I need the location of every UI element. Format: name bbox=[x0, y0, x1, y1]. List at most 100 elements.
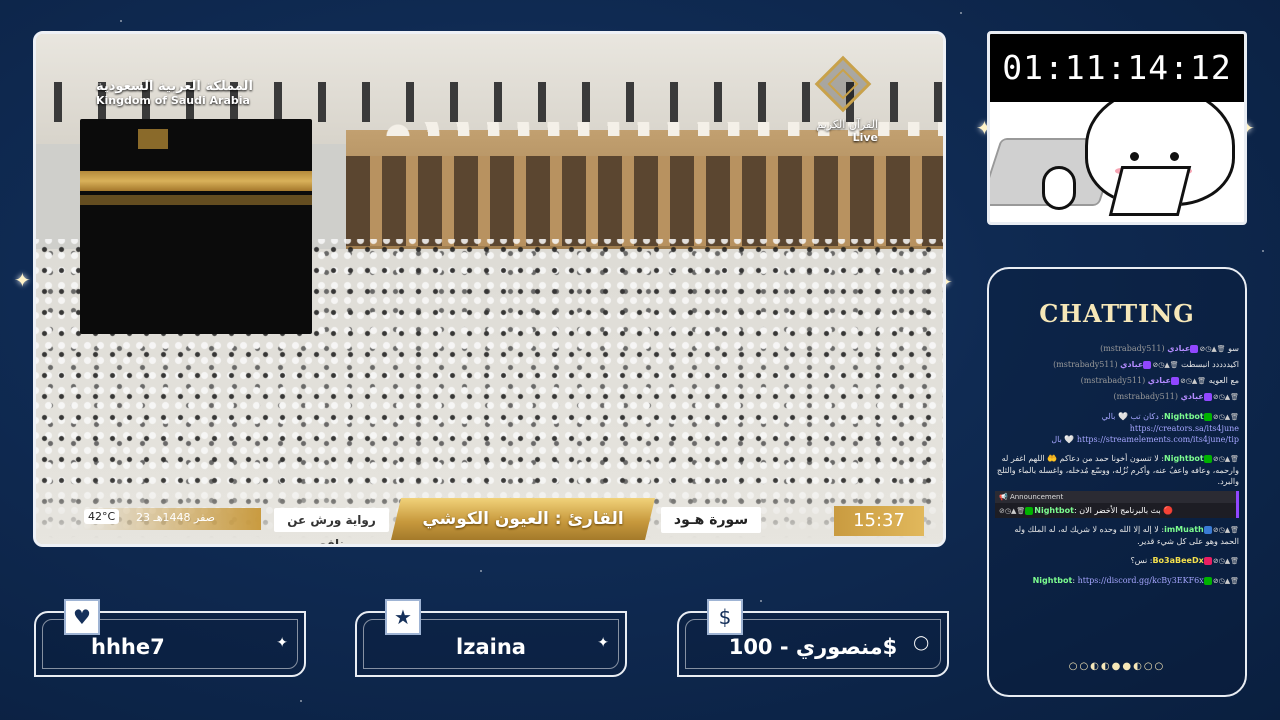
keyboard bbox=[1108, 166, 1192, 216]
mecca-live-video: المملكة العربية السعودية Kingdom of Saud… bbox=[36, 34, 943, 544]
chat-message: ⊘◷▲🗑Nightbot: دكان تب 🤍 بالي https://cre… bbox=[1051, 412, 1239, 444]
user-handle: (mstrabady511) bbox=[1100, 344, 1165, 353]
verified-badge-icon bbox=[1203, 455, 1212, 463]
star-icon: ★ bbox=[385, 599, 421, 635]
message-text: مع العويه bbox=[1208, 376, 1239, 385]
message-text: بث بالبرنامج الأخضر الان 🔴 bbox=[1079, 506, 1174, 515]
channel-name: القرآن الكريم Live bbox=[816, 118, 878, 144]
bg-star bbox=[760, 600, 762, 602]
user-handle: (mstrabady511) bbox=[1080, 376, 1146, 385]
user-handle: (mstrabady511) bbox=[1113, 392, 1179, 401]
latest-follower-name: hhhe7 bbox=[91, 635, 165, 659]
mod-icons: ⊘◷▲🗑 bbox=[999, 507, 1026, 515]
kaaba-door bbox=[138, 129, 168, 149]
chat-message: مع العويه ⊘◷▲🗑 عبادي (mstrabady511) bbox=[991, 373, 1243, 389]
cat-paw bbox=[1042, 166, 1076, 210]
mod-icons: ⊘◷▲🗑 bbox=[1212, 526, 1239, 534]
sparkle-icon: ✦ bbox=[597, 635, 609, 651]
kaaba-gold-band bbox=[80, 171, 312, 191]
dollar-icon: $ bbox=[707, 599, 743, 635]
cat-eye bbox=[1170, 152, 1179, 161]
chat-message: ⊘◷▲🗑Bo3aBeeDx: نس؟ bbox=[1130, 556, 1239, 565]
sub-badge-icon bbox=[1170, 377, 1179, 385]
mod-icons: ⊘◷▲🗑 bbox=[1212, 577, 1239, 585]
ksa-logo-english: Kingdom of Saudi Arabia bbox=[96, 93, 250, 107]
username[interactable]: عبادي bbox=[1167, 344, 1190, 353]
verified-badge-icon bbox=[1025, 506, 1034, 515]
bg-star bbox=[120, 20, 122, 22]
latest-subscriber-box: ★ lzaina ✦ bbox=[355, 599, 627, 677]
username[interactable]: imMuath bbox=[1164, 525, 1204, 534]
sparkle-icon: ✦ bbox=[14, 268, 31, 292]
username[interactable]: Nightbot bbox=[1033, 576, 1073, 585]
user-badge-icon bbox=[1203, 557, 1212, 565]
chat-message: اكيددددد انبسطت ⊘◷▲🗑 عبادي (mstrabady511) bbox=[991, 357, 1243, 373]
chat-message: سو ⊘◷▲🗑 عبادي (mstrabady511) bbox=[991, 341, 1243, 357]
bg-star bbox=[300, 700, 302, 702]
mod-icons: ⊘◷▲🗑 bbox=[1179, 377, 1207, 385]
clock: 15:37 bbox=[834, 506, 924, 536]
user-handle: (mstrabady511) bbox=[1053, 360, 1118, 369]
surah-name: سورة هـود bbox=[661, 507, 761, 533]
username[interactable]: Nightbot bbox=[1034, 506, 1074, 515]
ksa-logo: المملكة العربية السعودية Kingdom of Saud… bbox=[96, 79, 253, 108]
live-label: Live bbox=[852, 131, 878, 145]
chat-panel: CHATTING سو ⊘◷▲🗑 عبادي (mstrabady511) اكي… bbox=[987, 267, 1247, 697]
chat-title: CHATTING bbox=[1039, 299, 1195, 328]
mod-icons: ⊘◷▲🗑 bbox=[1212, 393, 1239, 401]
username[interactable]: عبادي bbox=[1148, 376, 1171, 385]
announcement-message: ⊘◷▲🗑 Nightbot: بث بالبرنامج الأخضر الان 🔴 bbox=[995, 503, 1239, 518]
username[interactable]: Nightbot bbox=[1164, 412, 1204, 421]
announcement-header: 📢 Announcement bbox=[995, 491, 1239, 503]
chat-pager-dots[interactable]: ○○◐◐●●◐○○ bbox=[989, 661, 1245, 672]
chat-message: ⊘◷▲🗑 عبادي (mstrabady511) bbox=[991, 389, 1243, 405]
username[interactable]: عبادي bbox=[1120, 360, 1143, 369]
sparkle-icon: ◯ bbox=[913, 635, 929, 651]
bg-star bbox=[960, 12, 962, 14]
bg-star bbox=[480, 570, 482, 572]
user-badge-icon bbox=[1203, 526, 1212, 534]
latest-donation-box: $ منصوري - 100$ ◯ bbox=[677, 599, 949, 677]
mod-icons: ⊘◷▲🗑 bbox=[1212, 455, 1239, 463]
chat-message: ⊘◷▲🗑Nightbot: https://discord.gg/kcBy3EK… bbox=[1032, 576, 1239, 585]
chat-message: ⊘◷▲🗑Nightbot: لا تنسون أخونا حمد من دعاك… bbox=[996, 454, 1239, 486]
bongo-cat-illustration bbox=[990, 86, 1244, 222]
message-text: سو bbox=[1228, 344, 1239, 353]
cat-eye bbox=[1130, 152, 1139, 161]
gallery-arches bbox=[346, 156, 943, 246]
sub-badge-icon bbox=[1143, 361, 1152, 369]
username[interactable]: Bo3aBeeDx bbox=[1152, 556, 1203, 565]
hijri-date: 23 صفر 1448هـ bbox=[136, 511, 216, 524]
reader-name: القارئ : العيون الكوشي bbox=[391, 498, 655, 540]
message-link[interactable]: https://discord.gg/kcBy3EKF6x bbox=[1078, 576, 1204, 585]
kaaba bbox=[80, 119, 312, 334]
riwaya-label: رواية ورش عن نافع bbox=[274, 508, 389, 544]
mod-icons: ⊘◷▲🗑 bbox=[1152, 361, 1179, 369]
kaaba-band-lower bbox=[80, 195, 312, 205]
latest-follower-box: ♥ hhhe7 ✦ bbox=[34, 599, 306, 677]
latest-subscriber-name: lzaina bbox=[456, 635, 526, 659]
stream-timer: 01:11:14:12 bbox=[990, 34, 1244, 102]
timer-cat-panel: 01:11:14:12 bbox=[987, 31, 1247, 225]
mod-icons: ⊘◷▲🗑 bbox=[1199, 345, 1226, 353]
heart-icon: ♥ bbox=[64, 599, 100, 635]
announcement-label: Announcement bbox=[1009, 493, 1064, 501]
sub-badge-icon bbox=[1203, 393, 1212, 401]
bg-star bbox=[1262, 250, 1264, 252]
message-text: اكيددددد انبسطت bbox=[1181, 360, 1239, 369]
message-text: نس؟ bbox=[1130, 556, 1148, 565]
username[interactable]: Nightbot bbox=[1164, 454, 1204, 463]
chat-message: ⊘◷▲🗑imMuath: لا إله إلا الله وحده لا شري… bbox=[1014, 525, 1239, 546]
ksa-logo-arabic: المملكة العربية السعودية bbox=[96, 79, 253, 94]
username[interactable]: عبادي bbox=[1181, 392, 1204, 401]
verified-badge-icon bbox=[1203, 413, 1212, 421]
channel-name-text: القرآن الكريم bbox=[816, 118, 878, 131]
stream-video-frame: المملكة العربية السعودية Kingdom of Saud… bbox=[33, 31, 946, 547]
latest-donation-text: منصوري - 100$ bbox=[728, 635, 898, 659]
lower-third-banner: 42°C 23 صفر 1448هـ رواية ورش عن نافع الق… bbox=[76, 498, 936, 544]
verified-badge-icon bbox=[1203, 577, 1212, 585]
mod-icons: ⊘◷▲🗑 bbox=[1212, 557, 1239, 565]
temperature: 42°C bbox=[84, 509, 120, 524]
chat-message-list[interactable]: سو ⊘◷▲🗑 عبادي (mstrabady511) اكيددددد انب… bbox=[991, 341, 1243, 641]
sub-badge-icon bbox=[1190, 345, 1199, 353]
